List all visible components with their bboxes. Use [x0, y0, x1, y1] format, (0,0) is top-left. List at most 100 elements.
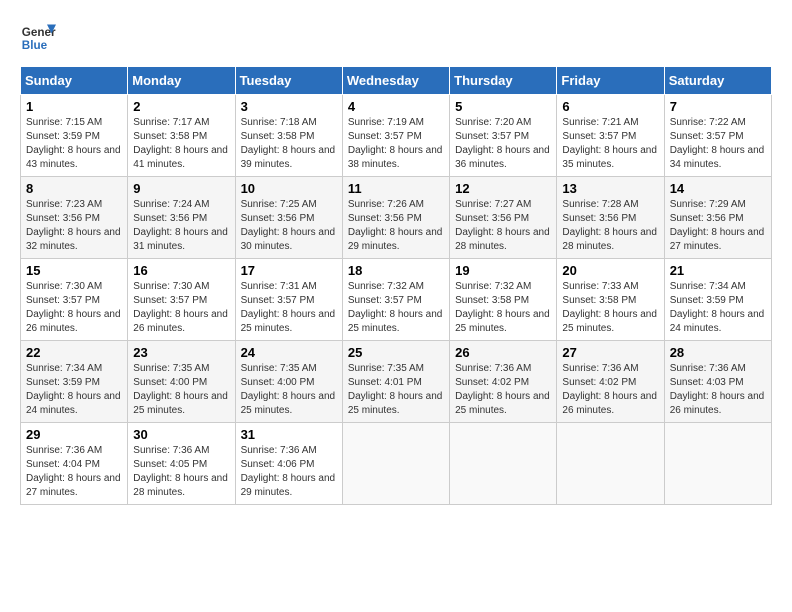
calendar-cell: 2 Sunrise: 7:17 AMSunset: 3:58 PMDaylight…	[128, 95, 235, 177]
day-number: 9	[133, 181, 229, 196]
calendar-cell: 21 Sunrise: 7:34 AMSunset: 3:59 PMDayligh…	[664, 259, 771, 341]
weekday-header: Friday	[557, 67, 664, 95]
calendar-week-row: 22 Sunrise: 7:34 AMSunset: 3:59 PMDayligh…	[21, 341, 772, 423]
calendar-cell	[557, 423, 664, 505]
weekday-header: Sunday	[21, 67, 128, 95]
calendar-cell: 27 Sunrise: 7:36 AMSunset: 4:02 PMDayligh…	[557, 341, 664, 423]
day-info: Sunrise: 7:29 AMSunset: 3:56 PMDaylight:…	[670, 199, 765, 252]
day-number: 4	[348, 99, 444, 114]
calendar-cell: 30 Sunrise: 7:36 AMSunset: 4:05 PMDayligh…	[128, 423, 235, 505]
day-number: 25	[348, 345, 444, 360]
day-number: 19	[455, 263, 551, 278]
day-number: 16	[133, 263, 229, 278]
day-number: 10	[241, 181, 337, 196]
calendar-cell	[450, 423, 557, 505]
weekday-header: Wednesday	[342, 67, 449, 95]
day-number: 8	[26, 181, 122, 196]
day-number: 1	[26, 99, 122, 114]
day-info: Sunrise: 7:23 AMSunset: 3:56 PMDaylight:…	[26, 199, 121, 252]
calendar-week-row: 29Sunrise: 7:36 AMSunset: 4:04 PMDayligh…	[21, 423, 772, 505]
calendar-cell: 15Sunrise: 7:30 AMSunset: 3:57 PMDayligh…	[21, 259, 128, 341]
calendar-cell: 25 Sunrise: 7:35 AMSunset: 4:01 PMDayligh…	[342, 341, 449, 423]
calendar-cell: 29Sunrise: 7:36 AMSunset: 4:04 PMDayligh…	[21, 423, 128, 505]
day-info: Sunrise: 7:18 AMSunset: 3:58 PMDaylight:…	[241, 117, 336, 170]
day-number: 21	[670, 263, 766, 278]
calendar-cell: 26 Sunrise: 7:36 AMSunset: 4:02 PMDayligh…	[450, 341, 557, 423]
calendar-cell: 28 Sunrise: 7:36 AMSunset: 4:03 PMDayligh…	[664, 341, 771, 423]
calendar-cell: 31Sunrise: 7:36 AMSunset: 4:06 PMDayligh…	[235, 423, 342, 505]
day-info: Sunrise: 7:35 AMSunset: 4:00 PMDaylight:…	[133, 363, 228, 416]
day-number: 24	[241, 345, 337, 360]
day-number: 12	[455, 181, 551, 196]
day-number: 20	[562, 263, 658, 278]
weekday-header: Saturday	[664, 67, 771, 95]
day-number: 31	[241, 427, 337, 442]
calendar-cell: 10 Sunrise: 7:25 AMSunset: 3:56 PMDayligh…	[235, 177, 342, 259]
day-info: Sunrise: 7:35 AMSunset: 4:01 PMDaylight:…	[348, 363, 443, 416]
day-info: Sunrise: 7:19 AMSunset: 3:57 PMDaylight:…	[348, 117, 443, 170]
day-info: Sunrise: 7:31 AMSunset: 3:57 PMDaylight:…	[241, 281, 336, 334]
calendar-table: SundayMondayTuesdayWednesdayThursdayFrid…	[20, 66, 772, 505]
day-info: Sunrise: 7:20 AMSunset: 3:57 PMDaylight:…	[455, 117, 550, 170]
day-number: 5	[455, 99, 551, 114]
weekday-header: Tuesday	[235, 67, 342, 95]
day-info: Sunrise: 7:21 AMSunset: 3:57 PMDaylight:…	[562, 117, 657, 170]
day-number: 11	[348, 181, 444, 196]
calendar-cell: 18Sunrise: 7:32 AMSunset: 3:57 PMDayligh…	[342, 259, 449, 341]
day-number: 7	[670, 99, 766, 114]
day-info: Sunrise: 7:17 AMSunset: 3:58 PMDaylight:…	[133, 117, 228, 170]
day-number: 14	[670, 181, 766, 196]
day-number: 28	[670, 345, 766, 360]
calendar-cell: 20 Sunrise: 7:33 AMSunset: 3:58 PMDayligh…	[557, 259, 664, 341]
day-info: Sunrise: 7:36 AMSunset: 4:02 PMDaylight:…	[562, 363, 657, 416]
svg-text:Blue: Blue	[22, 39, 48, 52]
calendar-cell: 22 Sunrise: 7:34 AMSunset: 3:59 PMDayligh…	[21, 341, 128, 423]
calendar-cell: 12Sunrise: 7:27 AMSunset: 3:56 PMDayligh…	[450, 177, 557, 259]
day-number: 2	[133, 99, 229, 114]
weekday-header-row: SundayMondayTuesdayWednesdayThursdayFrid…	[21, 67, 772, 95]
day-number: 22	[26, 345, 122, 360]
calendar-cell: 13 Sunrise: 7:28 AMSunset: 3:56 PMDayligh…	[557, 177, 664, 259]
day-info: Sunrise: 7:30 AMSunset: 3:57 PMDaylight:…	[133, 281, 228, 334]
calendar-cell: 8 Sunrise: 7:23 AMSunset: 3:56 PMDaylight…	[21, 177, 128, 259]
calendar-cell: 24 Sunrise: 7:35 AMSunset: 4:00 PMDayligh…	[235, 341, 342, 423]
calendar-cell: 5 Sunrise: 7:20 AMSunset: 3:57 PMDaylight…	[450, 95, 557, 177]
calendar-cell: 4 Sunrise: 7:19 AMSunset: 3:57 PMDaylight…	[342, 95, 449, 177]
day-info: Sunrise: 7:36 AMSunset: 4:03 PMDaylight:…	[670, 363, 765, 416]
day-info: Sunrise: 7:36 AMSunset: 4:02 PMDaylight:…	[455, 363, 550, 416]
calendar-cell: 9 Sunrise: 7:24 AMSunset: 3:56 PMDaylight…	[128, 177, 235, 259]
day-info: Sunrise: 7:35 AMSunset: 4:00 PMDaylight:…	[241, 363, 336, 416]
day-info: Sunrise: 7:32 AMSunset: 3:57 PMDaylight:…	[348, 281, 443, 334]
calendar-cell: 23 Sunrise: 7:35 AMSunset: 4:00 PMDayligh…	[128, 341, 235, 423]
day-info: Sunrise: 7:34 AMSunset: 3:59 PMDaylight:…	[26, 363, 121, 416]
day-number: 26	[455, 345, 551, 360]
day-info: Sunrise: 7:36 AMSunset: 4:05 PMDaylight:…	[133, 445, 228, 498]
day-info: Sunrise: 7:28 AMSunset: 3:56 PMDaylight:…	[562, 199, 657, 252]
day-number: 23	[133, 345, 229, 360]
day-number: 27	[562, 345, 658, 360]
calendar-cell: 1 Sunrise: 7:15 AMSunset: 3:59 PMDaylight…	[21, 95, 128, 177]
day-number: 30	[133, 427, 229, 442]
logo-icon: General Blue	[20, 20, 56, 56]
day-number: 3	[241, 99, 337, 114]
calendar-cell: 7Sunrise: 7:22 AMSunset: 3:57 PMDaylight…	[664, 95, 771, 177]
day-info: Sunrise: 7:15 AMSunset: 3:59 PMDaylight:…	[26, 117, 121, 170]
calendar-cell: 17 Sunrise: 7:31 AMSunset: 3:57 PMDayligh…	[235, 259, 342, 341]
logo: General Blue	[20, 20, 56, 56]
day-info: Sunrise: 7:26 AMSunset: 3:56 PMDaylight:…	[348, 199, 443, 252]
weekday-header: Monday	[128, 67, 235, 95]
calendar-week-row: 1 Sunrise: 7:15 AMSunset: 3:59 PMDaylight…	[21, 95, 772, 177]
calendar-cell: 16 Sunrise: 7:30 AMSunset: 3:57 PMDayligh…	[128, 259, 235, 341]
day-info: Sunrise: 7:24 AMSunset: 3:56 PMDaylight:…	[133, 199, 228, 252]
calendar-cell: 14 Sunrise: 7:29 AMSunset: 3:56 PMDayligh…	[664, 177, 771, 259]
calendar-cell: 3 Sunrise: 7:18 AMSunset: 3:58 PMDaylight…	[235, 95, 342, 177]
day-info: Sunrise: 7:30 AMSunset: 3:57 PMDaylight:…	[26, 281, 121, 334]
day-number: 17	[241, 263, 337, 278]
day-info: Sunrise: 7:25 AMSunset: 3:56 PMDaylight:…	[241, 199, 336, 252]
calendar-week-row: 15Sunrise: 7:30 AMSunset: 3:57 PMDayligh…	[21, 259, 772, 341]
page-header: General Blue	[20, 20, 772, 56]
day-info: Sunrise: 7:34 AMSunset: 3:59 PMDaylight:…	[670, 281, 765, 334]
day-number: 13	[562, 181, 658, 196]
day-number: 29	[26, 427, 122, 442]
day-info: Sunrise: 7:33 AMSunset: 3:58 PMDaylight:…	[562, 281, 657, 334]
